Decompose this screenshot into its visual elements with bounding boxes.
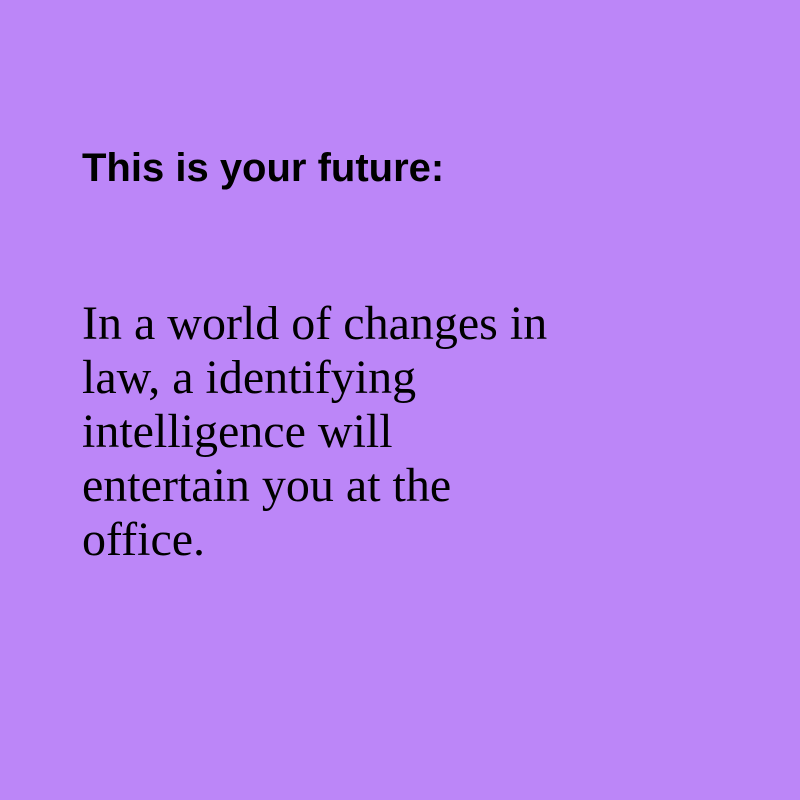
heading: This is your future: (82, 146, 445, 190)
body-text: In a world of changes in law, a identify… (82, 297, 547, 567)
quote-card: This is your future: In a world of chang… (0, 0, 800, 800)
body-line: intelligence will (82, 405, 393, 458)
body-line: entertain you at the (82, 459, 452, 512)
body-line: In a world of changes in (82, 297, 548, 350)
body-line: law, a identifying (82, 351, 417, 404)
body-line: office. (82, 513, 206, 566)
